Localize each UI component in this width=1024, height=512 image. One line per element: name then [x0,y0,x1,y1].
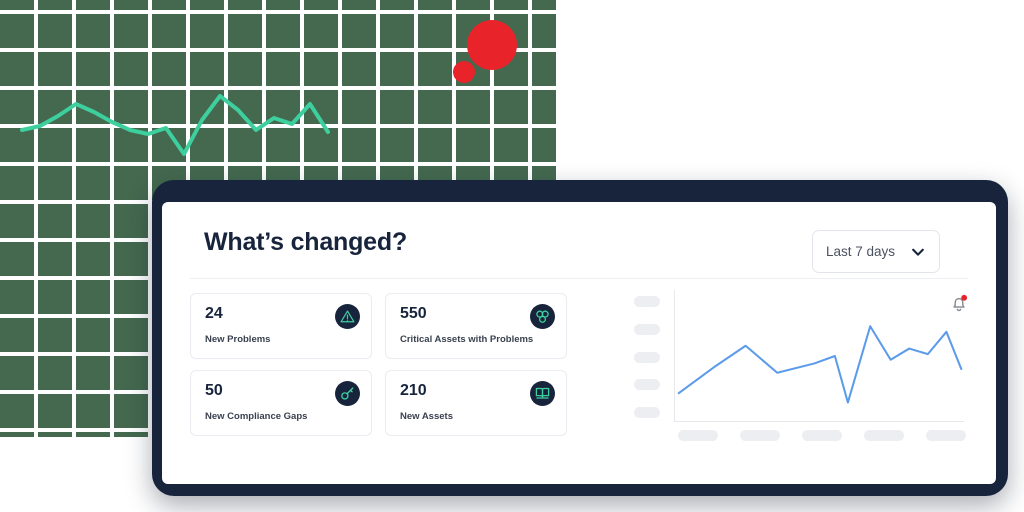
stat-card-grid: 24 New Problems 550 Critical Assets with… [190,293,578,436]
date-range-label: Last 7 days [826,244,896,259]
small-alert-bubble [453,61,475,83]
stat-label: New Compliance Gaps [205,411,308,422]
skeleton-pill [634,296,660,307]
skeleton-pill [634,379,660,391]
stat-card-new-problems[interactable]: 24 New Problems [190,293,372,359]
skeleton-pill [864,430,904,441]
warning-triangle-icon [335,304,360,329]
stat-card-new-assets[interactable]: 210 New Assets [385,370,567,436]
bell-icon[interactable] [948,292,970,314]
chevron-down-icon [912,248,924,256]
header-divider [190,278,968,279]
skeleton-pill [634,323,660,335]
activity-chart-panel [632,290,972,450]
stat-label: New Assets [400,411,453,422]
skeleton-pill [678,430,718,441]
key-icon [335,381,360,406]
skeleton-pill [926,430,966,441]
chart-plot-area[interactable] [674,290,964,422]
large-alert-bubble [467,20,517,70]
skeleton-pill [634,351,660,363]
screenshot-root: What’s changed? Last 7 days 24 New Probl… [0,0,1024,512]
dashboard-panel: What’s changed? Last 7 days 24 New Probl… [162,202,996,484]
chart-line-series [677,325,963,404]
stat-card-critical-assets[interactable]: 550 Critical Assets with Problems [385,293,567,359]
page-title: What’s changed? [204,228,408,256]
stat-card-compliance-gaps[interactable]: 50 New Compliance Gaps [190,370,372,436]
book-icon [530,381,555,406]
skeleton-pill [634,407,660,418]
stat-label: Critical Assets with Problems [400,334,534,345]
panel-header: What’s changed? Last 7 days [162,202,996,278]
skeleton-pill [740,430,780,441]
y-axis-placeholder-labels [634,296,660,418]
stat-label: New Problems [205,334,271,345]
asset-cluster-icon [530,304,555,329]
x-axis-placeholder-labels [678,430,966,441]
date-range-selector[interactable]: Last 7 days [812,230,940,273]
skeleton-pill [802,430,842,441]
